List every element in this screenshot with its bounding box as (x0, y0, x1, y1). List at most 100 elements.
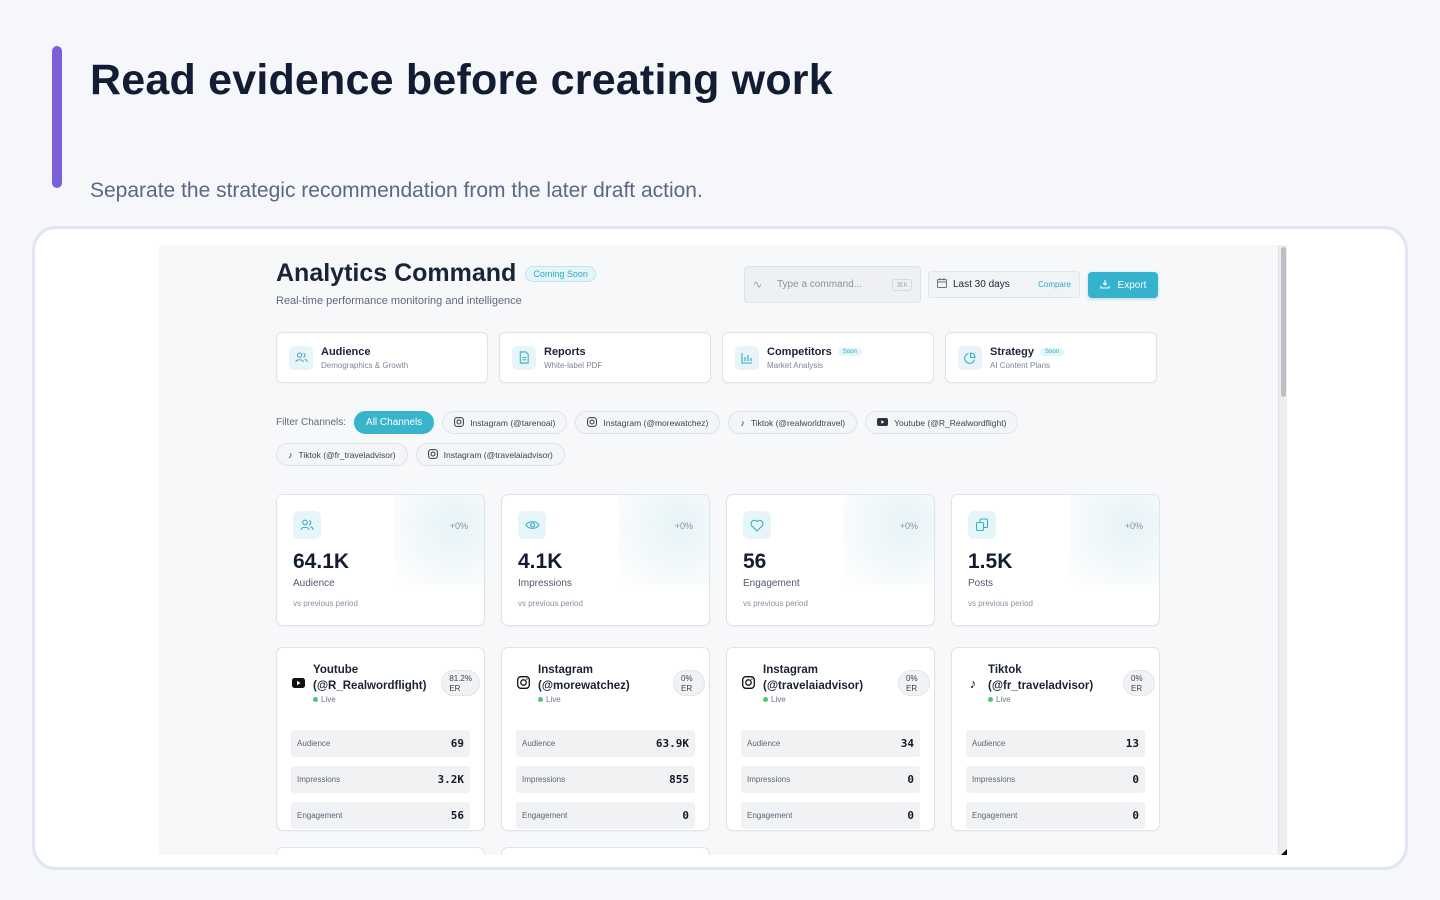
document-icon (512, 345, 536, 370)
stat-label: Audience (297, 739, 331, 748)
er-label: ER (1131, 684, 1143, 693)
stat-value: 0 (1132, 809, 1139, 822)
filter-chip-tiktok-realworldtravel[interactable]: ♪ Tiktok (@realworldtravel) (728, 411, 858, 434)
stat-label: Engagement (972, 811, 1018, 820)
metric-delta: +0% (899, 521, 918, 531)
stat-value: 69 (450, 737, 464, 750)
nav-title: Strategy (990, 345, 1035, 358)
metric-value: 64.1K (293, 550, 350, 573)
nav-card-competitors[interactable]: Competitors Soon Market Analysis (722, 332, 934, 383)
chip-label: Instagram (@travelaiadvisor) (443, 449, 553, 460)
vertical-scrollbar[interactable] (1278, 245, 1287, 855)
channel-card-instagram-morewatchez[interactable]: Instagram (@morewatchez) Live 0% ER Audie… (501, 647, 710, 831)
stat-row: Engagement 0 (516, 802, 695, 829)
stat-row: Engagement 0 (741, 802, 920, 829)
live-status-dot (763, 697, 768, 702)
date-range-label: Last 30 days (953, 279, 1010, 290)
metric-footnote: vs previous period (293, 599, 358, 608)
channel-cards: Youtube (@R_Realwordflight) Live 81.2% ER… (276, 647, 1160, 831)
nav-subtitle: AI Content Plans (990, 360, 1051, 370)
metric-value: 1.5K (968, 550, 1013, 573)
nav-title: Competitors (767, 345, 832, 358)
resize-corner (1281, 849, 1287, 855)
stat-value: 63.9K (655, 737, 689, 750)
filter-chip-instagram-tarenoai[interactable]: Instagram (@tarenoai) (442, 411, 568, 434)
command-placeholder: Type a command... (777, 279, 863, 290)
channel-status: Live (321, 695, 336, 704)
scrollbar-thumb[interactable] (1281, 247, 1286, 397)
stat-value: 855 (669, 773, 689, 786)
filter-chip-tiktok-fr-traveladvisor[interactable]: ♪ Tiktok (@fr_traveladvisor) (276, 443, 408, 466)
stat-row: Engagement 0 (966, 802, 1145, 829)
filter-chip-instagram-travelaiadvisor[interactable]: Instagram (@travelaiadvisor) (415, 443, 565, 466)
bar-chart-icon (735, 345, 759, 370)
card-peek (276, 847, 485, 855)
channel-card-tiktok-fr-traveladvisor[interactable]: ♪ Tiktok (@fr_traveladvisor) Live 0% ER A… (951, 647, 1160, 831)
instagram-icon (454, 416, 465, 429)
stat-row: Impressions 0 (966, 766, 1145, 793)
channel-card-youtube[interactable]: Youtube (@R_Realwordflight) Live 81.2% ER… (276, 647, 485, 831)
er-label: ER (449, 684, 461, 693)
metric-cards: +0% 64.1K Audience vs previous period +0… (276, 494, 1160, 626)
stat-label: Impressions (297, 775, 341, 784)
channel-name: Instagram (@morewatchez) (538, 664, 630, 692)
stat-label: Audience (747, 739, 781, 748)
er-value: 0% (906, 674, 918, 683)
nav-subtitle: Market Analysis (767, 360, 824, 370)
metric-value: 56 (743, 550, 767, 573)
stat-label: Impressions (972, 775, 1016, 784)
nav-card-audience[interactable]: Audience Demographics & Growth (276, 332, 488, 383)
filter-chip-all[interactable]: All Channels (354, 411, 435, 434)
calendar-icon (937, 278, 947, 291)
stat-row: Impressions 3.2K (291, 766, 470, 793)
pie-chart-icon (958, 345, 982, 370)
filter-chip-youtube-realwordflight[interactable]: Youtube (@R_Realwordflight) (865, 411, 1019, 434)
filter-chip-instagram-morewatchez[interactable]: Instagram (@morewatchez) (575, 411, 721, 434)
card-peek (501, 847, 710, 855)
er-label: ER (681, 684, 693, 693)
slide-accent-bar (52, 46, 62, 188)
channel-filters: Filter Channels: All Channels Instagram … (276, 411, 1158, 475)
youtube-icon (877, 417, 889, 428)
stat-value: 0 (682, 809, 689, 822)
coming-soon-badge: Coming Soon (525, 265, 596, 282)
stat-value: 13 (1125, 737, 1139, 750)
stat-row: Audience 63.9K (516, 730, 695, 757)
date-range-picker[interactable]: Last 30 days Compare (928, 271, 1080, 298)
channel-status: Live (771, 695, 786, 704)
stat-value: 56 (450, 809, 464, 822)
stat-value: 0 (1132, 773, 1139, 786)
channel-status: Live (546, 695, 561, 704)
shortcut-hint: ⌘K (892, 278, 912, 291)
nav-card-strategy[interactable]: Strategy Soon AI Content Plans (945, 332, 1157, 383)
chip-label: Instagram (@morewatchez) (603, 417, 709, 428)
stat-value: 3.2K (437, 773, 465, 786)
channel-card-instagram-travelaiadvisor[interactable]: Instagram (@travelaiadvisor) Live 0% ER A… (726, 647, 935, 831)
stat-row: Audience 13 (966, 730, 1145, 757)
stat-row: Impressions 855 (516, 766, 695, 793)
metric-footnote: vs previous period (968, 599, 1033, 608)
stat-row: Audience 69 (291, 730, 470, 757)
title-row: Analytics Command Coming Soon (276, 259, 596, 288)
live-status-dot (313, 697, 318, 702)
nav-title: Reports (544, 345, 586, 358)
stat-label: Audience (522, 739, 556, 748)
nav-cards: Audience Demographics & Growth Reports W… (276, 332, 1157, 383)
engagement-rate-badge: 81.2% ER (441, 670, 480, 696)
metric-footnote: vs previous period (518, 599, 583, 608)
heart-icon (743, 511, 771, 539)
metric-card-engagement: +0% 56 Engagement vs previous period (726, 494, 935, 626)
channel-name: Instagram (@travelaiadvisor) (763, 664, 864, 692)
stat-label: Engagement (522, 811, 568, 820)
nav-card-reports[interactable]: Reports White-label PDF (499, 332, 711, 383)
metric-label: Posts (968, 578, 994, 589)
compare-link[interactable]: Compare (1038, 280, 1071, 289)
command-input[interactable]: ∿ Type a command... ⌘K (744, 266, 921, 303)
export-button[interactable]: Export (1088, 272, 1158, 298)
tiktok-icon: ♪ (740, 417, 745, 428)
metric-delta: +0% (674, 521, 693, 531)
users-icon (289, 345, 313, 370)
activity-icon: ∿ (753, 279, 763, 291)
stat-label: Engagement (297, 811, 343, 820)
metric-delta: +0% (1124, 521, 1143, 531)
